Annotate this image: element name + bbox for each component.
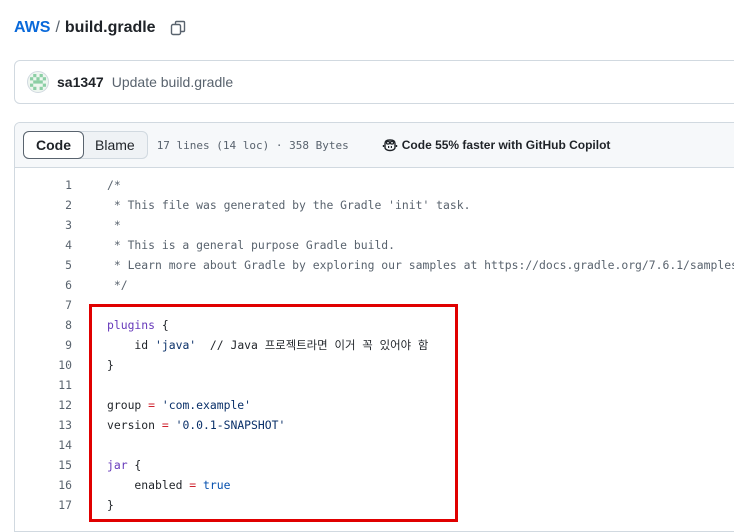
line-content: enabled = true xyxy=(72,478,230,492)
code-token: /* xyxy=(107,178,121,192)
code-token: * This is a general purpose Gradle build… xyxy=(107,238,396,252)
code-line: 2 * This file was generated by the Gradl… xyxy=(15,195,734,215)
avatar[interactable] xyxy=(27,71,49,93)
line-number[interactable]: 6 xyxy=(15,278,72,292)
code-token: 'com.example' xyxy=(161,398,252,412)
line-number[interactable]: 11 xyxy=(15,378,72,392)
line-content: id 'java' // Java 프로젝트라면 이거 꼭 있어야 함 xyxy=(72,337,428,353)
line-content: plugins { xyxy=(72,318,169,332)
file-stats: 17 lines (14 loc) · 358 Bytes xyxy=(156,138,349,152)
code-line: 5 * Learn more about Gradle by exploring… xyxy=(15,255,734,275)
code-line: 15 jar { xyxy=(15,455,734,475)
code-token: plugins xyxy=(107,318,156,332)
line-number[interactable]: 8 xyxy=(15,318,72,332)
code-line: 12 group = 'com.example' xyxy=(15,395,734,415)
line-content: version = '0.0.1-SNAPSHOT' xyxy=(72,418,285,432)
code-token: * This file was generated by the Gradle … xyxy=(107,198,471,212)
copilot-promo-link[interactable]: Code 55% faster with GitHub Copilot xyxy=(382,137,611,153)
code-line: 9 id 'java' // Java 프로젝트라면 이거 꼭 있어야 함 xyxy=(15,335,734,355)
commit-author[interactable]: sa1347 xyxy=(57,74,104,90)
line-number[interactable]: 4 xyxy=(15,238,72,252)
line-content: */ xyxy=(72,278,128,292)
code-token: } xyxy=(107,358,114,372)
code-token: version xyxy=(107,418,162,432)
code-token: * Learn more about Gradle by exploring o… xyxy=(107,258,734,272)
line-content: * xyxy=(72,218,121,232)
file-header: Code Blame 17 lines (14 loc) · 358 Bytes… xyxy=(15,123,734,168)
line-number[interactable]: 13 xyxy=(15,418,72,432)
breadcrumb-repo-link[interactable]: AWS xyxy=(14,19,50,37)
copilot-icon xyxy=(382,137,398,153)
line-content: * This is a general purpose Gradle build… xyxy=(72,238,395,252)
commit-message[interactable]: Update build.gradle xyxy=(112,74,233,90)
code-line: 11 xyxy=(15,375,734,395)
copy-path-button[interactable] xyxy=(168,18,188,38)
line-content: * Learn more about Gradle by exploring o… xyxy=(72,258,734,272)
copy-icon xyxy=(170,20,185,36)
copilot-promo-text: Code 55% faster with GitHub Copilot xyxy=(401,138,611,152)
code-token: */ xyxy=(107,278,128,292)
line-number[interactable]: 14 xyxy=(15,438,72,452)
line-number[interactable]: 17 xyxy=(15,498,72,512)
code-token: '0.0.1-SNAPSHOT' xyxy=(175,418,286,432)
code-token: true xyxy=(203,478,231,492)
code-token: } xyxy=(107,498,114,512)
code-line: 8 plugins { xyxy=(15,315,734,335)
code-token: enabled xyxy=(107,478,190,492)
file-viewer: Code Blame 17 lines (14 loc) · 358 Bytes… xyxy=(14,122,734,532)
code-line: 7 xyxy=(15,295,734,315)
identicon-icon xyxy=(30,74,46,90)
line-number[interactable]: 15 xyxy=(15,458,72,472)
code-line: 1 /* xyxy=(15,175,734,195)
code-line: 10} xyxy=(15,355,734,375)
code-line: 14 xyxy=(15,435,734,455)
line-content: } xyxy=(72,498,114,512)
line-number[interactable]: 16 xyxy=(15,478,72,492)
line-number[interactable]: 2 xyxy=(15,198,72,212)
code-token: jar xyxy=(107,458,128,472)
breadcrumb-separator: / xyxy=(55,19,60,36)
code-line: 6 */ xyxy=(15,275,734,295)
code-view: 1 /* 2 * This file was generated by the Gr… xyxy=(15,168,734,515)
tab-blame[interactable]: Blame xyxy=(83,132,147,158)
code-token: id xyxy=(107,338,156,352)
line-number[interactable]: 1 xyxy=(15,178,72,192)
line-content: jar { xyxy=(72,458,141,472)
line-number[interactable]: 7 xyxy=(15,298,72,312)
code-token: = xyxy=(148,398,156,412)
tab-code[interactable]: Code xyxy=(23,131,84,159)
line-number[interactable]: 12 xyxy=(15,398,72,412)
line-number[interactable]: 10 xyxy=(15,358,72,372)
line-content: * This file was generated by the Gradle … xyxy=(72,198,471,212)
code-token: = xyxy=(161,418,169,432)
line-number[interactable]: 9 xyxy=(15,338,72,352)
breadcrumb-file-name: build.gradle xyxy=(64,19,156,36)
code-line: 4 * This is a general purpose Gradle bui… xyxy=(15,235,734,255)
line-number[interactable]: 5 xyxy=(15,258,72,272)
line-content: } xyxy=(72,358,114,372)
line-content: /* xyxy=(72,178,121,192)
line-number[interactable]: 3 xyxy=(15,218,72,232)
code-token: { xyxy=(127,458,142,472)
view-toggle: Code Blame xyxy=(23,131,148,159)
code-line: 17} xyxy=(15,495,734,515)
code-token: * xyxy=(107,218,121,232)
code-token: 'java' xyxy=(155,338,197,352)
code-line: 3 * xyxy=(15,215,734,235)
code-token: { xyxy=(155,318,169,332)
code-line: 16 enabled = true xyxy=(15,475,734,495)
code-token: group xyxy=(107,398,149,412)
code-token: // Java 프로젝트라면 이거 꼭 있어야 함 xyxy=(196,338,429,352)
code-line: 13 version = '0.0.1-SNAPSHOT' xyxy=(15,415,734,435)
breadcrumb: AWS / build.gradle xyxy=(14,17,188,39)
line-content: group = 'com.example' xyxy=(72,398,251,412)
latest-commit-bar: sa1347 Update build.gradle xyxy=(14,60,734,104)
